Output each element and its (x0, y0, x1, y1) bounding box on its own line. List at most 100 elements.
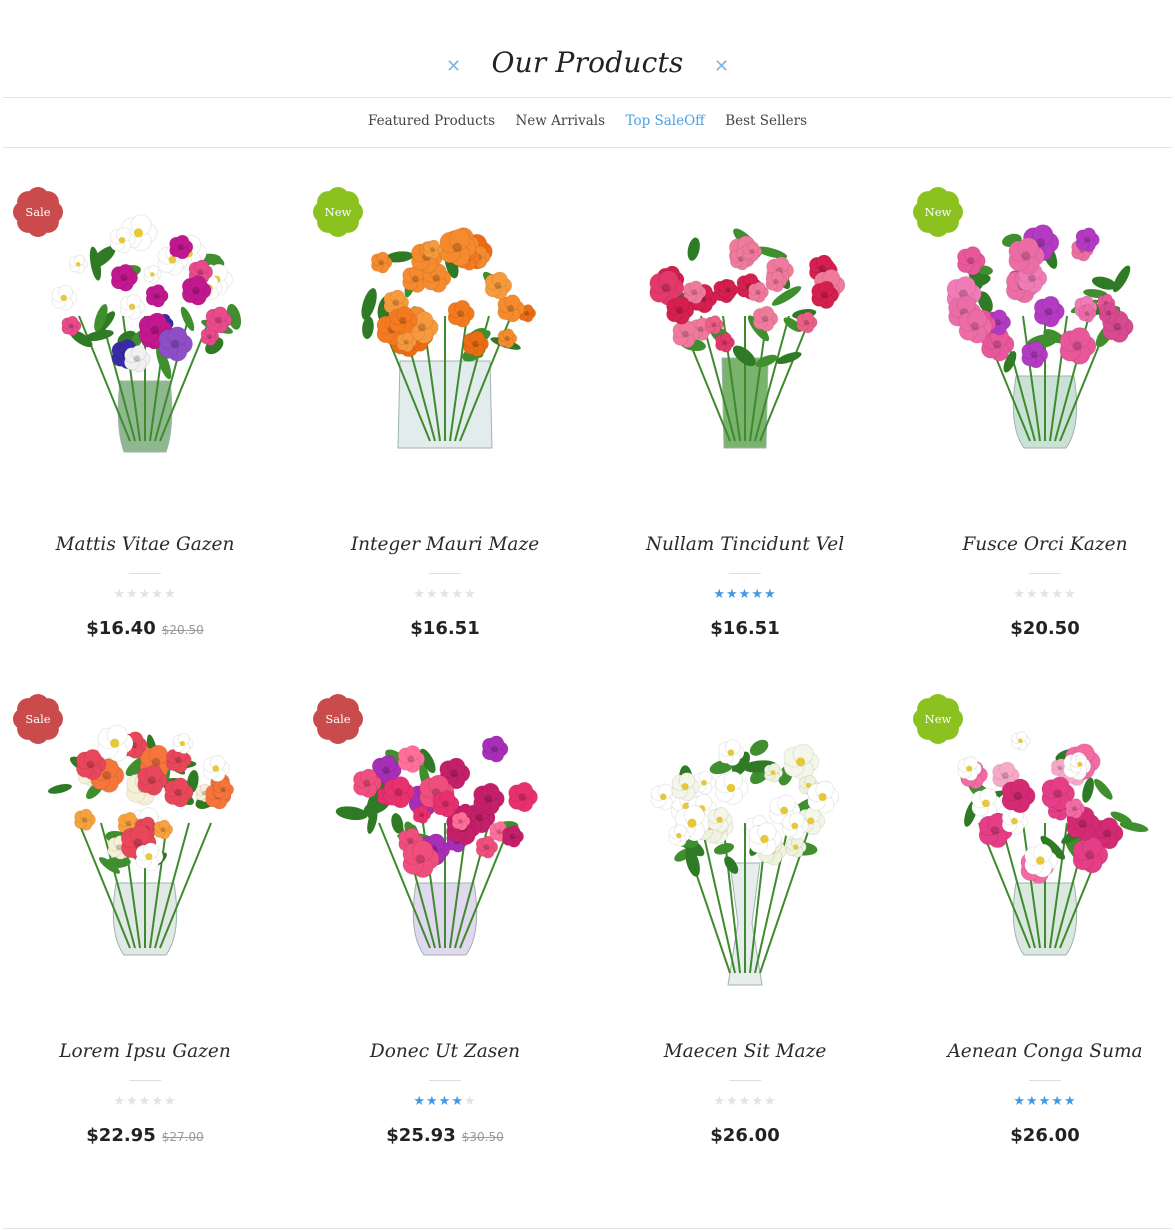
star-icon: ★ (713, 1094, 727, 1109)
product-name[interactable]: Lorem Ipsu Gazen (0, 1041, 290, 1062)
tab-new-arrivals[interactable]: New Arrivals (515, 113, 605, 129)
divider-bottom (3, 1228, 1172, 1229)
star-icon: ★ (1051, 587, 1064, 602)
product-name[interactable]: Maecen Sit Maze (600, 1041, 890, 1062)
star-icon: ★ (126, 587, 139, 602)
star-icon: ★ (426, 587, 439, 602)
price-row: $20.50 (900, 618, 1175, 639)
star-icon: ★ (113, 587, 127, 602)
star-rating: ★★★★★ (600, 587, 890, 603)
product-price: $25.93 (386, 1125, 456, 1146)
tab-featured-products[interactable]: Featured Products (368, 113, 495, 129)
product-name[interactable]: Donec Ut Zasen (300, 1041, 590, 1062)
star-icon: ★ (763, 1094, 777, 1109)
product-price: $16.40 (86, 618, 156, 639)
star-icon: ★ (138, 1094, 152, 1109)
product-card[interactable]: Sale Donec Ut Zasen ★★★★★ $25.93 $30.50 (300, 693, 590, 1173)
star-icon: ★ (451, 1094, 464, 1109)
star-icon: ★ (726, 1094, 739, 1109)
product-name[interactable]: Nullam Tincidunt Vel (600, 534, 890, 555)
name-divider (1029, 1080, 1061, 1081)
name-divider (729, 573, 761, 574)
badge-label: Sale (25, 205, 51, 219)
star-icon: ★ (451, 587, 464, 602)
product-card[interactable]: Nullam Tincidunt Vel ★★★★★ $16.51 (600, 186, 890, 666)
star-icon: ★ (763, 587, 777, 602)
product-price: $16.51 (410, 618, 480, 639)
product-price: $22.95 (86, 1125, 156, 1146)
product-image[interactable] (612, 186, 878, 486)
star-icon: ★ (751, 1094, 764, 1109)
product-name[interactable]: Aenean Conga Suma (900, 1041, 1175, 1062)
new-badge: New (312, 186, 364, 238)
product-card[interactable]: New Fusce Orci Kazen ★★★★★ $20.50 (900, 186, 1175, 666)
star-rating: ★★★★★ (900, 1094, 1175, 1110)
tab-top-saleoff[interactable]: Top SaleOff (625, 113, 704, 129)
sale-badge: Sale (12, 693, 64, 745)
product-card[interactable]: Sale Lorem Ipsu Gazen ★★★★★ $22.95 $27.00 (0, 693, 290, 1173)
product-card[interactable]: New Aenean Conga Suma ★★★★★ $26.00 (900, 693, 1175, 1173)
product-name[interactable]: Fusce Orci Kazen (900, 534, 1175, 555)
product-card[interactable]: Sale Mattis Vitae Gazen ★★★★★ $16.40 $20.50 (0, 186, 290, 666)
badge-label: Sale (25, 712, 51, 726)
cross-icon: ✕ (713, 56, 730, 77)
product-name[interactable]: Integer Mauri Maze (300, 534, 590, 555)
star-icon: ★ (463, 1094, 477, 1109)
star-icon: ★ (163, 1094, 177, 1109)
divider-tabs (3, 147, 1172, 148)
star-icon: ★ (438, 587, 452, 602)
product-card[interactable]: Maecen Sit Maze ★★★★★ $26.00 (600, 693, 890, 1173)
product-price: $20.50 (1010, 618, 1080, 639)
star-rating: ★★★★★ (600, 1094, 890, 1110)
title-wrap: ✕ Our Products ✕ (0, 46, 1175, 79)
divider-top (3, 97, 1172, 98)
section-title: Our Products (491, 46, 684, 79)
star-icon: ★ (713, 587, 727, 602)
name-divider (429, 573, 461, 574)
price-row: $16.51 (300, 618, 590, 639)
badge-label: New (924, 712, 952, 726)
name-divider (429, 1080, 461, 1081)
product-tabs: Featured Products New Arrivals Top SaleO… (0, 112, 1175, 130)
star-icon: ★ (1013, 587, 1027, 602)
section-header: ✕ Our Products ✕ (0, 0, 1175, 98)
star-icon: ★ (1026, 1094, 1039, 1109)
star-icon: ★ (1013, 1094, 1027, 1109)
star-icon: ★ (1063, 587, 1077, 602)
product-name[interactable]: Mattis Vitae Gazen (0, 534, 290, 555)
product-image[interactable] (612, 693, 878, 993)
star-icon: ★ (1051, 1094, 1064, 1109)
badge-label: Sale (325, 712, 351, 726)
star-rating: ★★★★★ (0, 1094, 290, 1110)
old-price: $30.50 (461, 1130, 504, 1144)
star-icon: ★ (138, 587, 152, 602)
star-icon: ★ (738, 587, 752, 602)
star-icon: ★ (1038, 1094, 1052, 1109)
star-icon: ★ (738, 1094, 752, 1109)
star-icon: ★ (726, 587, 739, 602)
product-price: $16.51 (710, 618, 780, 639)
star-icon: ★ (413, 587, 427, 602)
sale-badge: Sale (12, 186, 64, 238)
star-rating: ★★★★★ (0, 587, 290, 603)
tab-best-sellers[interactable]: Best Sellers (725, 113, 807, 129)
product-price: $26.00 (710, 1125, 780, 1146)
star-icon: ★ (151, 587, 164, 602)
star-icon: ★ (1063, 1094, 1077, 1109)
cross-icon: ✕ (445, 56, 462, 77)
product-card[interactable]: New Integer Mauri Maze ★★★★★ $16.51 (300, 186, 590, 666)
badge-label: New (924, 205, 952, 219)
star-icon: ★ (413, 1094, 427, 1109)
star-rating: ★★★★★ (300, 1094, 590, 1110)
price-row: $26.00 (900, 1125, 1175, 1146)
new-badge: New (912, 186, 964, 238)
star-icon: ★ (151, 1094, 164, 1109)
star-icon: ★ (126, 1094, 139, 1109)
new-badge: New (912, 693, 964, 745)
name-divider (129, 1080, 161, 1081)
name-divider (729, 1080, 761, 1081)
star-icon: ★ (163, 587, 177, 602)
product-price: $26.00 (1010, 1125, 1080, 1146)
star-rating: ★★★★★ (300, 587, 590, 603)
price-row: $22.95 $27.00 (0, 1125, 290, 1146)
